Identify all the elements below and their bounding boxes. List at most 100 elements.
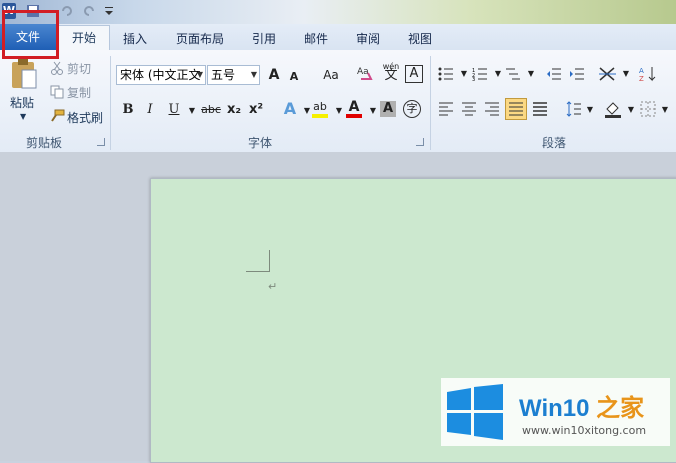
highlight-label: ab <box>313 100 327 113</box>
paragraph-group-label: 段落 <box>542 136 567 150</box>
paste-dropdown-icon[interactable]: ▼ <box>20 112 26 121</box>
chevron-down-icon[interactable]: ▼ <box>251 66 257 84</box>
underline-button[interactable]: U <box>164 100 184 120</box>
tab-review[interactable]: 审阅 <box>356 30 380 48</box>
clipboard-dialog-launcher[interactable] <box>97 138 105 146</box>
sort-icon[interactable]: AZ <box>639 65 657 83</box>
change-case-label: Aa <box>323 68 339 82</box>
tab-page-layout[interactable]: 页面布局 <box>176 30 224 48</box>
strikethrough-button[interactable]: abc <box>200 100 222 120</box>
tab-references[interactable]: 引用 <box>252 30 276 48</box>
bold-label: B <box>122 102 134 117</box>
text-effects-label: A <box>283 99 297 118</box>
shrink-font-label: A <box>289 70 299 83</box>
format-painter-icon[interactable] <box>49 109 65 123</box>
align-left-icon[interactable] <box>438 102 454 116</box>
title-bar: W <box>0 0 676 24</box>
distributed-icon[interactable] <box>532 102 548 116</box>
borders-dropdown-icon[interactable]: ▼ <box>655 100 675 120</box>
copy-icon[interactable] <box>50 85 64 99</box>
numbering-icon[interactable]: 123 <box>472 67 488 83</box>
ribbon-tab-row: 文件 开始 插入 页面布局 引用 邮件 审阅 视图 <box>0 24 676 52</box>
tab-mailings[interactable]: 邮件 <box>304 30 328 48</box>
customize-qat-icon[interactable] <box>104 4 118 18</box>
font-size-combo[interactable]: 五号 ▼ <box>207 65 260 85</box>
watermark-title-suffix: 之家 <box>596 395 645 422</box>
paragraph-mark: ↵ <box>268 280 278 293</box>
svg-text:3: 3 <box>472 77 475 81</box>
watermark-title-text: Win10 <box>519 395 590 422</box>
chinese-layout-icon[interactable] <box>598 66 618 82</box>
phonetic-guide-button[interactable]: wén 文 <box>381 62 401 82</box>
underline-label: U <box>168 102 180 117</box>
superscript-label: x² <box>248 102 264 117</box>
decrease-indent-icon[interactable] <box>546 67 562 81</box>
shading-dropdown-icon[interactable]: ▼ <box>621 100 641 120</box>
tab-home[interactable]: 开始 <box>58 25 110 52</box>
group-separator <box>430 56 431 150</box>
font-size-value: 五号 <box>211 68 236 82</box>
grow-font-button[interactable]: A <box>264 65 284 85</box>
grow-font-label: A <box>268 67 280 83</box>
character-shading-button[interactable]: A <box>380 101 396 117</box>
align-center-icon[interactable] <box>461 102 477 116</box>
chinese-layout-dropdown-icon[interactable]: ▼ <box>616 64 636 84</box>
highlight-button[interactable]: ab <box>310 97 330 118</box>
shrink-font-button[interactable]: A <box>284 67 304 87</box>
underline-dropdown-icon[interactable]: ▼ <box>182 101 202 121</box>
chevron-down-icon[interactable]: ▼ <box>197 66 203 84</box>
clear-format-button[interactable]: Aa <box>356 64 376 84</box>
clipboard-group-label: 剪贴板 <box>26 136 63 150</box>
justify-button[interactable] <box>505 98 527 120</box>
bullets-dropdown-icon[interactable]: ▼ <box>454 64 474 84</box>
redo-icon[interactable] <box>82 4 96 18</box>
enclose-characters-label: 字 <box>406 102 418 115</box>
multilevel-list-icon[interactable] <box>505 67 521 81</box>
svg-text:Z: Z <box>639 75 644 83</box>
italic-label: I <box>147 102 153 117</box>
character-shading-label: A <box>382 101 394 116</box>
cut-button[interactable]: 剪切 <box>67 60 91 77</box>
cut-icon[interactable] <box>50 61 64 75</box>
paste-button[interactable]: 粘贴 <box>10 94 34 111</box>
highlight-color-swatch <box>312 114 328 118</box>
windows-logo-icon <box>447 384 503 440</box>
svg-text:A: A <box>639 67 644 75</box>
superscript-button[interactable]: x² <box>246 100 266 120</box>
paste-icon[interactable] <box>10 58 38 90</box>
borders-icon[interactable] <box>640 101 656 117</box>
increase-indent-icon[interactable] <box>569 67 585 81</box>
annotation-highlight-box <box>2 10 59 59</box>
svg-text:Aa: Aa <box>357 67 369 77</box>
align-right-icon[interactable] <box>484 102 500 116</box>
undo-icon[interactable] <box>60 4 74 18</box>
font-color-button[interactable]: A <box>344 97 364 118</box>
line-spacing-dropdown-icon[interactable]: ▼ <box>580 100 600 120</box>
character-border-button[interactable]: A <box>405 65 423 83</box>
bullets-icon[interactable] <box>438 67 454 81</box>
copy-button[interactable]: 复制 <box>67 84 91 101</box>
tab-view[interactable]: 视图 <box>408 30 432 48</box>
watermark-title: Win10 之家 <box>519 388 644 423</box>
watermark-url: www.win10xitong.com <box>522 424 647 437</box>
font-group-label: 字体 <box>248 136 273 150</box>
font-color-label: A <box>348 99 360 115</box>
change-case-button[interactable]: Aa <box>318 65 344 85</box>
enclose-characters-button[interactable]: 字 <box>403 100 421 118</box>
multilevel-dropdown-icon[interactable]: ▼ <box>521 64 541 84</box>
font-color-swatch <box>346 114 362 118</box>
font-dialog-launcher[interactable] <box>416 138 424 146</box>
strikethrough-label: abc <box>201 103 221 116</box>
font-name-combo[interactable]: 宋体 (中文正文 ▼ <box>116 65 206 85</box>
subscript-button[interactable]: x₂ <box>224 100 244 120</box>
subscript-label: x₂ <box>226 102 242 117</box>
font-name-value: 宋体 (中文正文 <box>120 68 201 82</box>
margin-corner-mark <box>246 271 270 272</box>
group-separator <box>110 56 111 150</box>
tab-insert[interactable]: 插入 <box>123 30 147 48</box>
italic-button[interactable]: I <box>140 100 160 120</box>
format-painter-button[interactable]: 格式刷 <box>67 109 103 126</box>
bold-button[interactable]: B <box>118 100 138 120</box>
character-border-label: A <box>409 66 419 81</box>
shading-icon[interactable] <box>604 100 622 118</box>
